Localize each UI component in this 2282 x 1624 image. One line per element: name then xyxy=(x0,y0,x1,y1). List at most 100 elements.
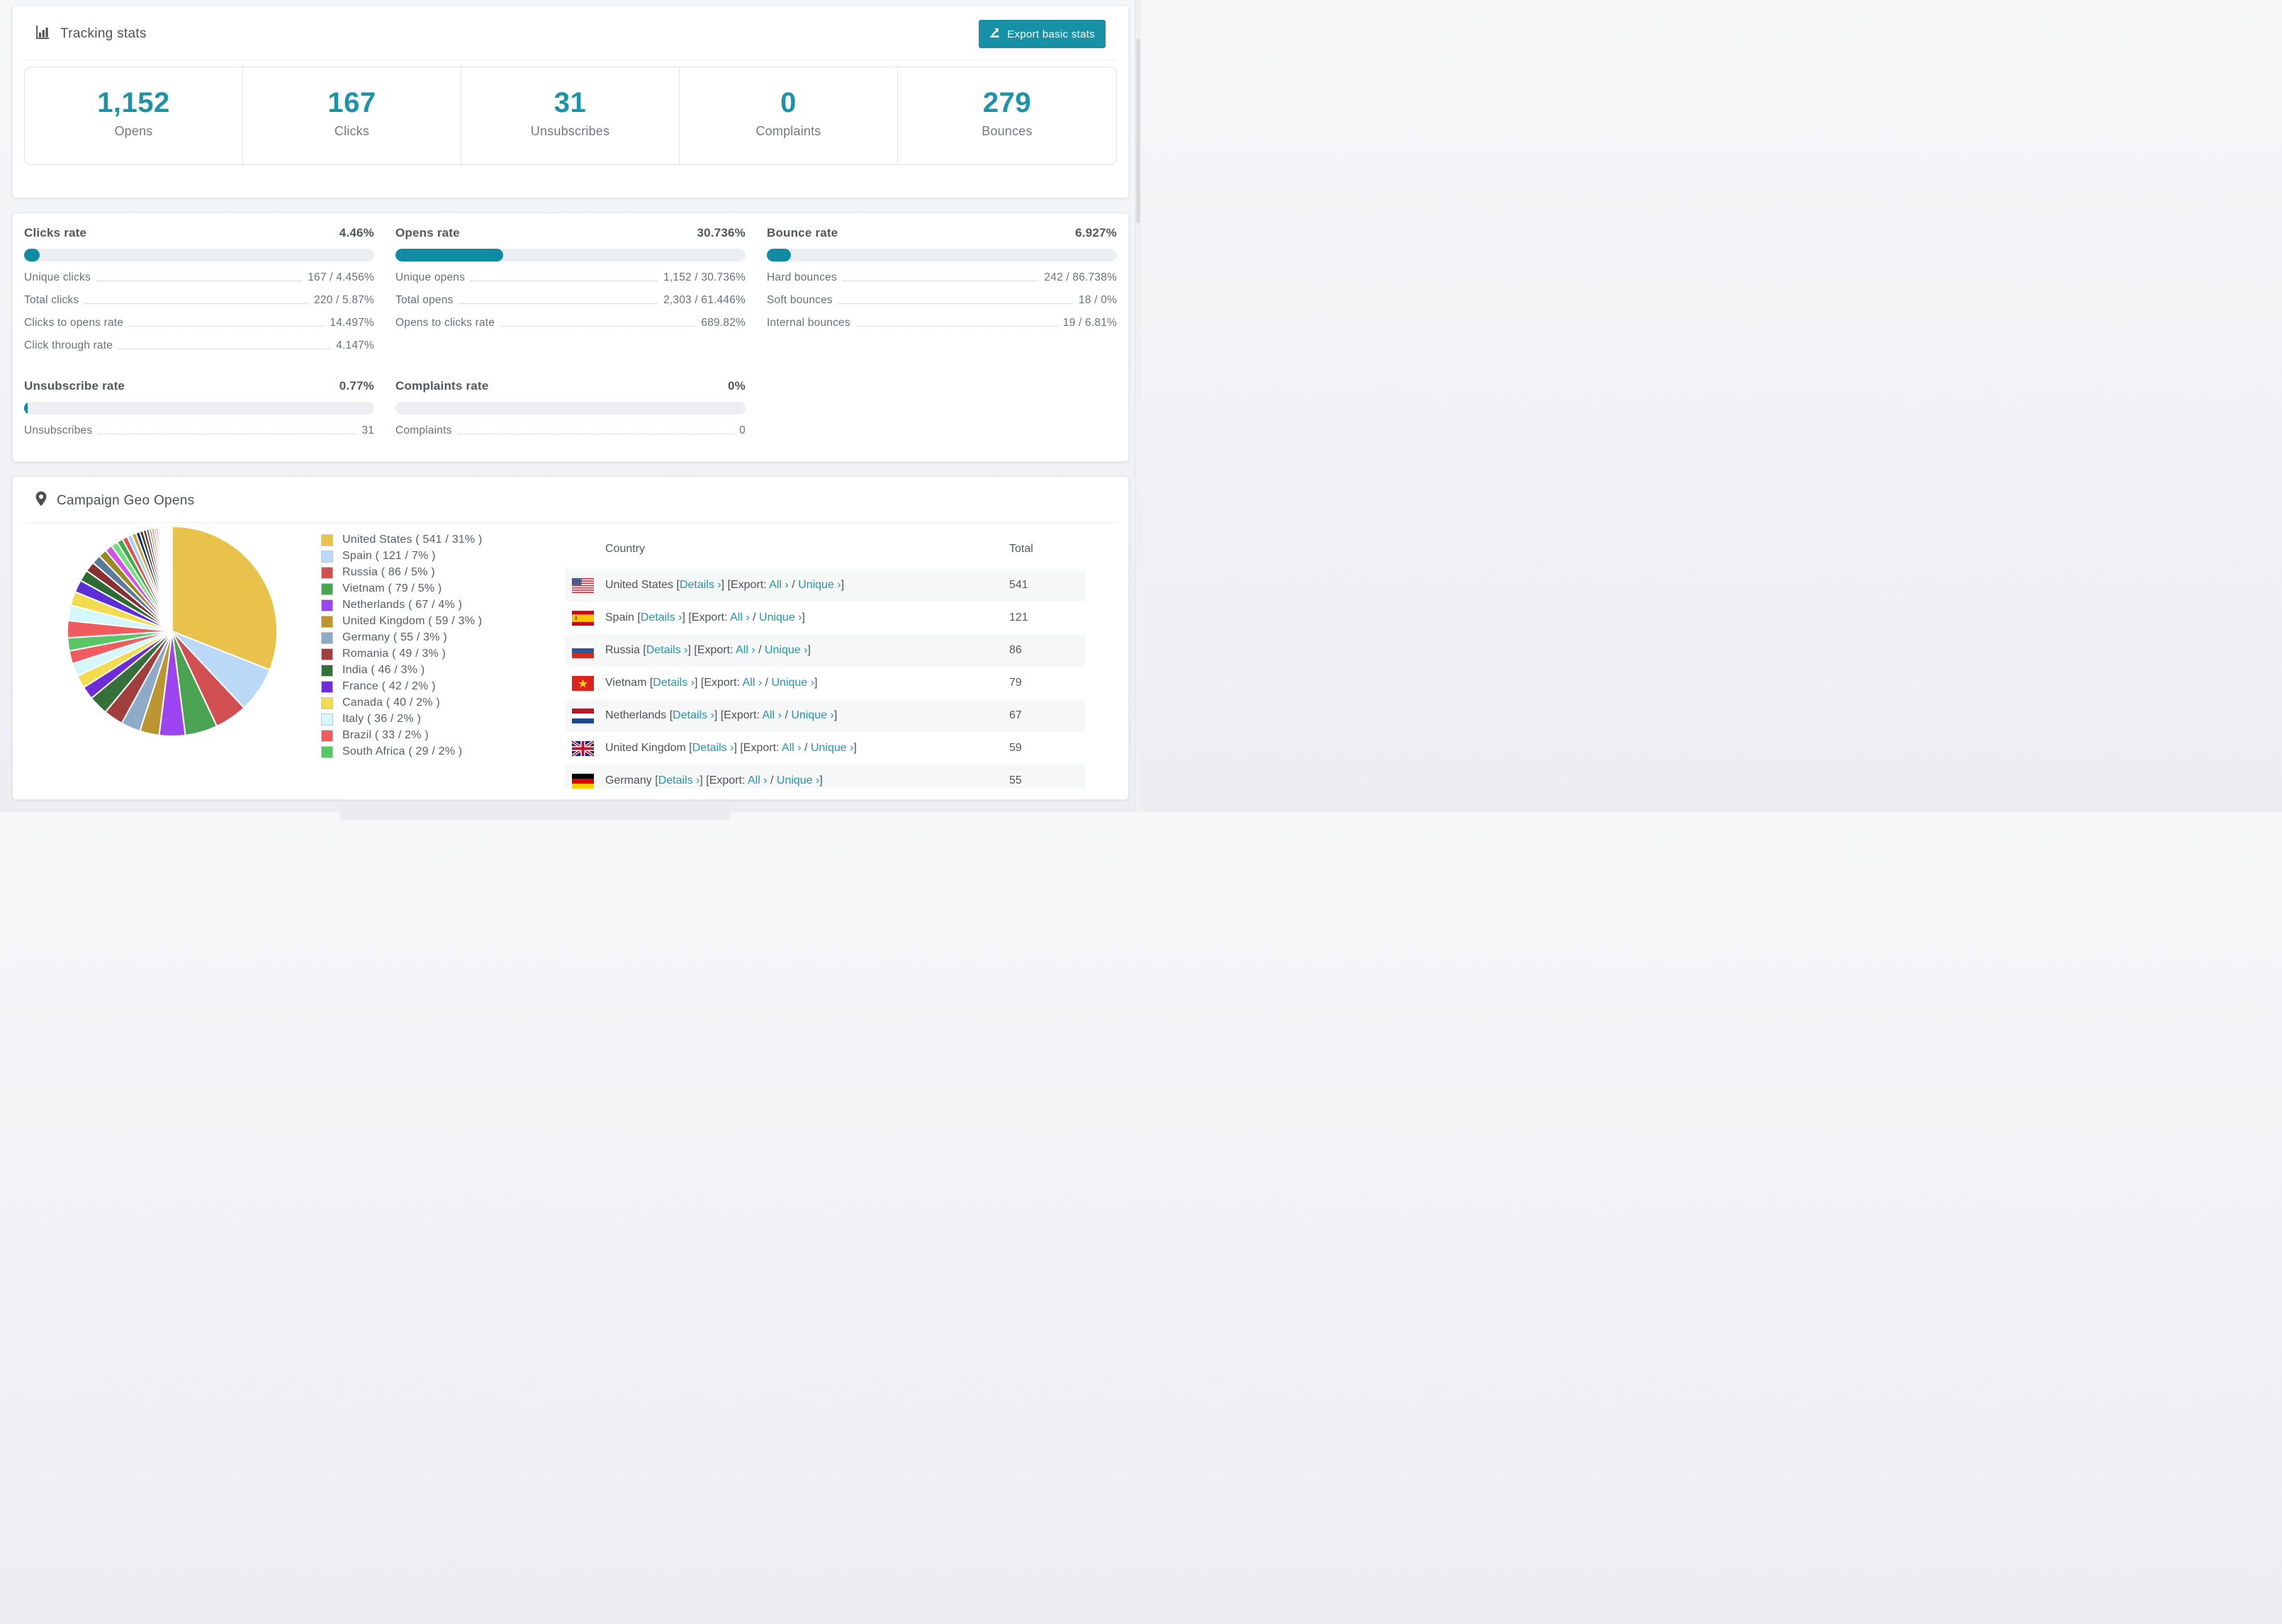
export-unique-link[interactable]: Unique › xyxy=(777,774,819,786)
dotted-leader xyxy=(129,326,325,327)
rate-title: Bounce rate xyxy=(767,226,838,239)
details-link[interactable]: Details › xyxy=(692,742,734,754)
legend-item-romania[interactable]: Romania ( 49 / 3% ) xyxy=(321,648,483,660)
legend-label: Netherlands ( 67 / 4% ) xyxy=(342,599,463,611)
export-unique-link[interactable]: Unique › xyxy=(765,644,807,656)
export-all-link[interactable]: All › xyxy=(743,677,763,689)
rate-row-label: Click through rate xyxy=(24,339,113,351)
legend-label: Brazil ( 33 / 2% ) xyxy=(342,729,429,741)
rate-row-value: 167 / 4.456% xyxy=(308,271,374,283)
slash: / xyxy=(801,742,811,754)
details-link[interactable]: Details › xyxy=(673,709,714,721)
progress-bar xyxy=(24,402,374,415)
export-unique-link[interactable]: Unique › xyxy=(759,611,802,624)
country-cell: Germany [Details ›] [Export: All › / Uni… xyxy=(605,774,1009,787)
legend-swatch xyxy=(321,729,333,742)
country-cell: Vietnam [Details ›] [Export: All › / Uni… xyxy=(605,677,1009,689)
progress-bar xyxy=(395,402,746,415)
country-cell: United Kingdom [Details ›] [Export: All … xyxy=(605,742,1009,755)
rate-title: Complaints rate xyxy=(395,379,489,393)
details-link[interactable]: Details › xyxy=(658,774,700,786)
legend-item-canada[interactable]: Canada ( 40 / 2% ) xyxy=(321,697,483,709)
legend-label: Spain ( 121 / 7% ) xyxy=(342,550,436,562)
legend-label: United Kingdom ( 59 / 3% ) xyxy=(342,615,483,627)
geo-table-row-ru: Russia [Details ›] [Export: All › / Uniq… xyxy=(565,634,1085,667)
export-basic-stats-button[interactable]: Export basic stats xyxy=(979,20,1106,48)
country-cell: Russia [Details ›] [Export: All › / Uniq… xyxy=(605,644,1009,657)
export-prefix: ] [Export: xyxy=(682,611,731,624)
details-link[interactable]: Details › xyxy=(646,644,688,656)
details-link[interactable]: Details › xyxy=(641,611,682,624)
legend-item-brazil[interactable]: Brazil ( 33 / 2% ) xyxy=(321,729,483,742)
geo-table-row-us: United States [Details ›] [Export: All ›… xyxy=(565,569,1085,602)
export-button-label: Export basic stats xyxy=(1007,28,1095,40)
country-cell: Netherlands [Details ›] [Export: All › /… xyxy=(605,709,1009,722)
bracket: ] xyxy=(814,677,818,689)
export-all-link[interactable]: All › xyxy=(748,774,768,786)
details-link[interactable]: Details › xyxy=(653,677,695,689)
legend-item-russia[interactable]: Russia ( 86 / 5% ) xyxy=(321,566,483,579)
legend-item-south-africa[interactable]: South Africa ( 29 / 2% ) xyxy=(321,745,483,758)
geo-opens-pie-chart[interactable] xyxy=(66,525,279,738)
export-all-link[interactable]: All › xyxy=(782,742,802,754)
legend-item-india[interactable]: India ( 46 / 3% ) xyxy=(321,664,483,677)
rate-detail-row: Unsubscribes 31 xyxy=(24,424,374,437)
legend-item-netherlands[interactable]: Netherlands ( 67 / 4% ) xyxy=(321,599,483,611)
export-all-link[interactable]: All › xyxy=(769,579,789,591)
country-cell: Spain [Details ›] [Export: All › / Uniqu… xyxy=(605,611,1009,624)
slash: / xyxy=(755,644,765,656)
rate-title: Clicks rate xyxy=(24,226,87,239)
bracket: ] xyxy=(853,742,857,754)
rate-row-label: Clicks to opens rate xyxy=(24,317,124,329)
export-unique-link[interactable]: Unique › xyxy=(798,579,841,591)
page-bottom-blur xyxy=(340,804,730,820)
export-unique-link[interactable]: Unique › xyxy=(791,709,833,721)
stat-value: 1,152 xyxy=(97,87,170,118)
progress-bar xyxy=(767,249,1117,261)
export-unique-link[interactable]: Unique › xyxy=(772,677,814,689)
rate-detail-row: Unique clicks 167 / 4.456% xyxy=(24,271,374,284)
rate-row-value: 242 / 86.738% xyxy=(1044,271,1117,283)
rate-detail-row: Click through rate 4.147% xyxy=(24,339,374,352)
tracking-stats-card: Tracking stats Export basic stats 1,152 O… xyxy=(12,5,1129,198)
legend-item-spain[interactable]: Spain ( 121 / 7% ) xyxy=(321,550,483,563)
legend-swatch xyxy=(321,615,333,628)
legend-item-vietnam[interactable]: Vietnam ( 79 / 5% ) xyxy=(321,582,483,595)
dotted-leader xyxy=(855,326,1057,327)
rate-title: Unsubscribe rate xyxy=(24,379,125,393)
export-prefix: ] [Export: xyxy=(687,644,736,656)
legend-item-italy[interactable]: Italy ( 36 / 2% ) xyxy=(321,713,483,726)
legend-swatch xyxy=(321,631,333,644)
legend-item-germany[interactable]: Germany ( 55 / 3% ) xyxy=(321,631,483,644)
legend-swatch xyxy=(321,534,333,546)
country-name: Germany xyxy=(605,774,656,786)
export-unique-link[interactable]: Unique › xyxy=(811,742,853,754)
rate-value: 4.46% xyxy=(339,226,374,239)
details-link[interactable]: Details › xyxy=(680,579,721,591)
export-all-link[interactable]: All › xyxy=(730,611,750,624)
rate-row-label: Complaints xyxy=(395,424,452,436)
legend-label: India ( 46 / 3% ) xyxy=(342,664,425,676)
slash: / xyxy=(788,579,799,591)
legend-label: Romania ( 49 / 3% ) xyxy=(342,648,446,660)
legend-swatch xyxy=(321,566,333,579)
geo-header: Campaign Geo Opens xyxy=(24,477,1117,523)
legend-swatch xyxy=(321,599,333,611)
page-scrollbar-thumb[interactable] xyxy=(1136,39,1140,223)
stat-value: 279 xyxy=(982,87,1032,118)
progress-fill xyxy=(24,402,28,415)
legend-item-united-states[interactable]: United States ( 541 / 31% ) xyxy=(321,534,483,546)
legend-item-united-kingdom[interactable]: United Kingdom ( 59 / 3% ) xyxy=(321,615,483,628)
export-all-link[interactable]: All › xyxy=(736,644,755,656)
rate-title: Opens rate xyxy=(395,226,460,239)
rate-value: 0% xyxy=(728,379,746,393)
legend-label: Germany ( 55 / 3% ) xyxy=(342,631,447,643)
stat-card-opens: 1,152 Opens xyxy=(25,67,243,164)
progress-fill xyxy=(24,249,40,261)
stat-value: 167 xyxy=(327,87,376,118)
legend-item-france[interactable]: France ( 42 / 2% ) xyxy=(321,680,483,693)
geo-country-table: Country Total United States [Details ›] … xyxy=(565,529,1085,789)
export-all-link[interactable]: All › xyxy=(762,709,782,721)
rate-panel-clicks: Clicks rate 4.46% Unique clicks 167 / 4.456… xyxy=(24,226,374,352)
legend-swatch xyxy=(321,713,333,726)
